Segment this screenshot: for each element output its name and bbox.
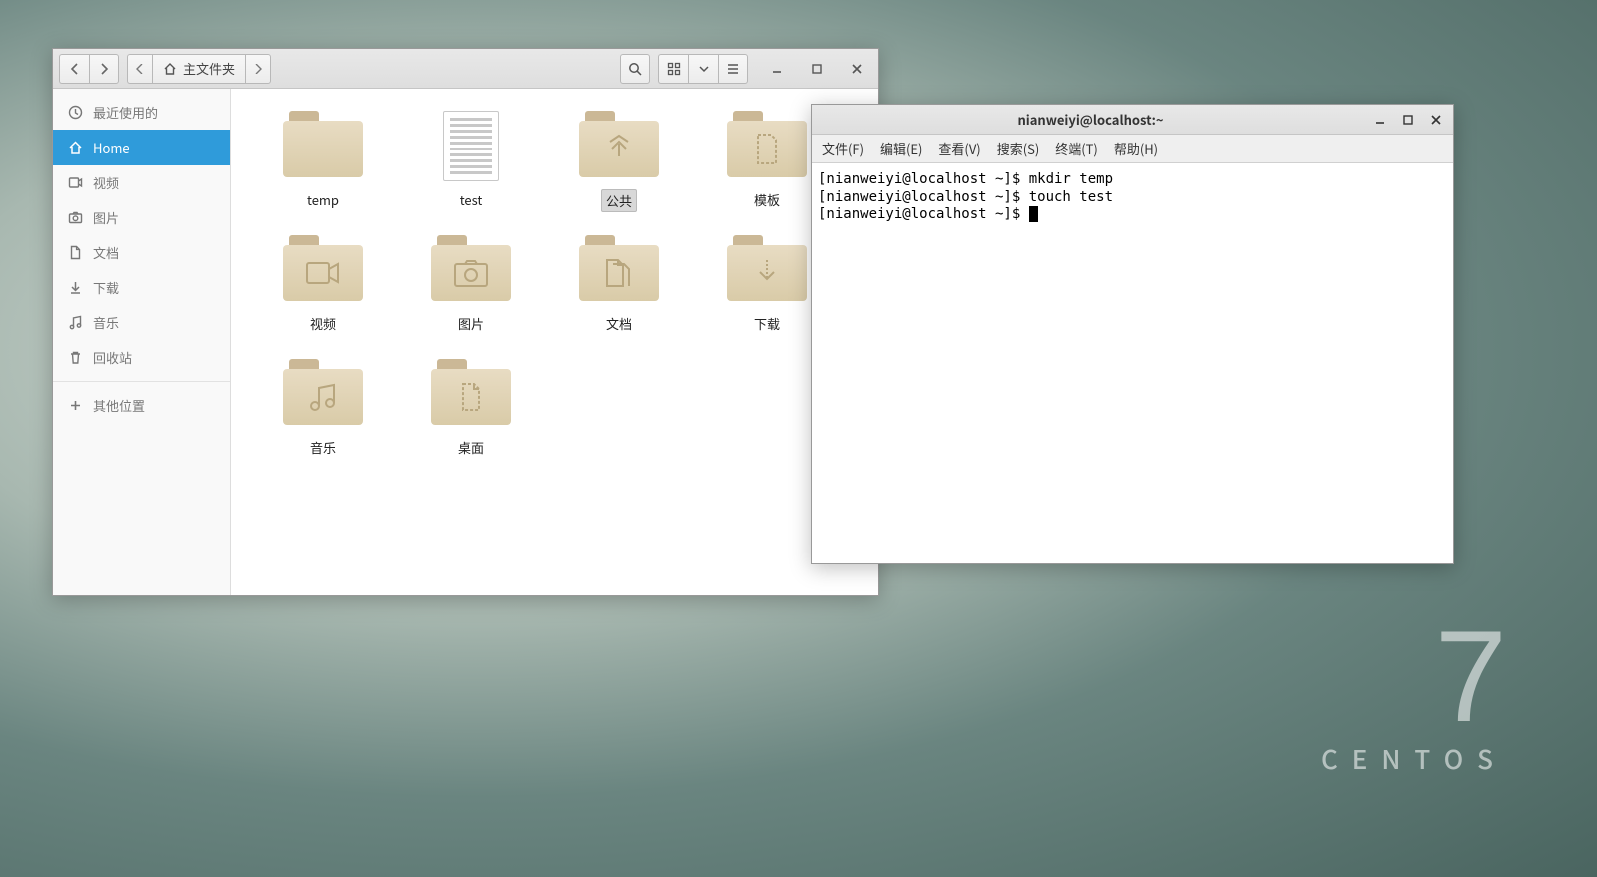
menu-item[interactable]: 查看(V): [938, 139, 980, 158]
terminal-title: nianweiyi@localhost:~: [818, 110, 1363, 129]
video-icon: [67, 175, 83, 191]
sidebar-item-label: 图片: [93, 208, 119, 227]
menu-item[interactable]: 搜索(S): [997, 139, 1040, 158]
path-prev-button[interactable]: [127, 54, 152, 84]
folder-icon: [283, 111, 363, 179]
view-dropdown-button[interactable]: [688, 54, 718, 84]
maximize-button[interactable]: [802, 54, 832, 84]
file-item-公共[interactable]: 公共: [545, 107, 693, 231]
view-group: [658, 54, 748, 84]
folder-icon: [431, 235, 511, 303]
file-item-label: 公共: [601, 189, 637, 212]
sidebar-item-label: Home: [93, 138, 130, 157]
sidebar-item-label: 回收站: [93, 348, 132, 367]
menu-item[interactable]: 编辑(E): [880, 139, 922, 158]
file-item-文档[interactable]: 文档: [545, 231, 693, 355]
terminal-maximize-button[interactable]: [1397, 109, 1419, 131]
file-item-test[interactable]: test: [397, 107, 545, 231]
file-item-label: 音乐: [306, 437, 340, 458]
file-manager-window: 主文件夹: [52, 48, 879, 596]
folder-icon: [431, 359, 511, 427]
folder-icon: [283, 235, 363, 303]
sidebar-item-label: 视频: [93, 173, 119, 192]
brand-version: 7: [1321, 631, 1507, 722]
sidebar: 最近使用的 Home 视频图片文档下载音乐回收站其他位置: [53, 89, 231, 595]
sidebar-item-camera[interactable]: 图片: [53, 200, 230, 235]
content-area[interactable]: temp test 公共 模板视频 图片 文档 下载音乐 桌面: [231, 89, 878, 595]
terminal-titlebar[interactable]: nianweiyi@localhost:~: [812, 105, 1453, 135]
folder-icon: [579, 235, 659, 303]
camera-icon: [67, 210, 83, 226]
terminal-menubar: 文件(F) 编辑(E) 查看(V) 搜索(S) 终端(T) 帮助(H): [812, 135, 1453, 163]
menu-button[interactable]: [718, 54, 748, 84]
sidebar-item-clock[interactable]: 最近使用的: [53, 95, 230, 130]
brand-name: CENTOS: [1321, 740, 1507, 777]
folder-icon: [579, 111, 659, 179]
clock-icon: [67, 105, 83, 121]
terminal-minimize-button[interactable]: [1369, 109, 1391, 131]
file-item-视频[interactable]: 视频: [249, 231, 397, 355]
desktop-brand: 7 CENTOS: [1321, 631, 1507, 777]
file-item-label: test: [456, 189, 487, 210]
file-item-桌面[interactable]: 桌面: [397, 355, 545, 479]
sidebar-item-music[interactable]: 音乐: [53, 305, 230, 340]
sidebar-item-home[interactable]: Home: [53, 130, 230, 165]
cursor: [1029, 206, 1038, 222]
text-file-icon: [443, 111, 499, 181]
file-item-label: 下载: [750, 313, 784, 334]
file-item-图片[interactable]: 图片: [397, 231, 545, 355]
home-icon: [163, 62, 177, 76]
minimize-button[interactable]: [762, 54, 792, 84]
window-controls: [762, 54, 872, 84]
terminal-window: nianweiyi@localhost:~ 文件(F) 编辑(E) 查看(V) 搜索(…: [811, 104, 1454, 564]
path-bar: 主文件夹: [127, 54, 271, 84]
folder-icon: [727, 235, 807, 303]
plus-icon: [67, 398, 83, 414]
sidebar-item-label: 文档: [93, 243, 119, 262]
sidebar-item-down[interactable]: 下载: [53, 270, 230, 305]
file-item-label: 桌面: [454, 437, 488, 458]
home-icon: [67, 140, 83, 156]
icon-view-button[interactable]: [658, 54, 688, 84]
sidebar-item-label: 下载: [93, 278, 119, 297]
menu-item[interactable]: 终端(T): [1055, 139, 1098, 158]
folder-icon: [283, 359, 363, 427]
sidebar-item-video[interactable]: 视频: [53, 165, 230, 200]
terminal-close-button[interactable]: [1425, 109, 1447, 131]
file-item-label: 模板: [750, 189, 784, 210]
trash-icon: [67, 350, 83, 366]
menu-item[interactable]: 文件(F): [822, 139, 864, 158]
sidebar-item-label: 音乐: [93, 313, 119, 332]
back-button[interactable]: [59, 54, 89, 84]
file-item-label: 图片: [454, 313, 488, 334]
search-button[interactable]: [620, 54, 650, 84]
music-icon: [67, 315, 83, 331]
sidebar-item-plus[interactable]: 其他位置: [53, 388, 230, 423]
file-item-音乐[interactable]: 音乐: [249, 355, 397, 479]
nav-group: [59, 54, 119, 84]
forward-button[interactable]: [89, 54, 119, 84]
file-manager-header: 主文件夹: [53, 49, 878, 89]
sidebar-item-doc[interactable]: 文档: [53, 235, 230, 270]
sidebar-item-label: 其他位置: [93, 396, 145, 415]
close-button[interactable]: [842, 54, 872, 84]
down-icon: [67, 280, 83, 296]
sidebar-item-trash[interactable]: 回收站: [53, 340, 230, 375]
file-item-label: 文档: [602, 313, 636, 334]
file-item-temp[interactable]: temp: [249, 107, 397, 231]
folder-icon: [727, 111, 807, 179]
path-next-button[interactable]: [245, 54, 271, 84]
file-item-label: temp: [303, 189, 343, 210]
menu-item[interactable]: 帮助(H): [1114, 139, 1158, 158]
doc-icon: [67, 245, 83, 261]
terminal-body[interactable]: [nianweiyi@localhost ~]$ mkdir temp [nia…: [812, 163, 1453, 563]
file-item-label: 视频: [306, 313, 340, 334]
sidebar-item-label: 最近使用的: [93, 103, 158, 122]
path-home-segment[interactable]: 主文件夹: [152, 54, 245, 84]
path-label: 主文件夹: [183, 59, 235, 78]
